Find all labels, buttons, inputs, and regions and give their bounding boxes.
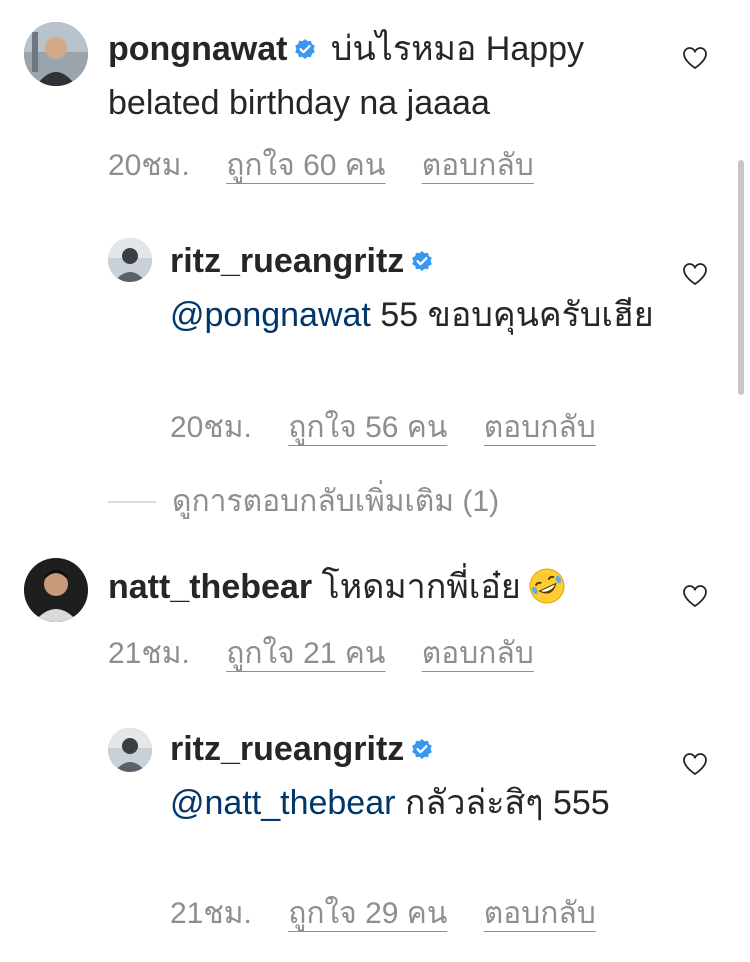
comment-time: 20ชม. xyxy=(108,149,190,182)
avatar-image xyxy=(108,238,152,282)
avatar[interactable] xyxy=(108,238,152,282)
verified-badge-icon xyxy=(412,739,433,759)
divider-line xyxy=(108,500,156,503)
reply-button[interactable]: ตอบกลับ xyxy=(484,897,596,930)
heart-icon[interactable] xyxy=(682,262,708,286)
view-more-replies-label: ดูการตอบกลับเพิ่มเติม (1) xyxy=(172,485,500,518)
avatar[interactable] xyxy=(24,558,88,622)
likes-count-link[interactable]: ถูกใจ 29 คน xyxy=(288,897,447,930)
username[interactable]: ritz_rueangritz xyxy=(170,242,404,280)
comment-text: โหดมากพี่เอ๋ย xyxy=(321,568,521,606)
reply-button[interactable]: ตอบกลับ xyxy=(422,637,534,670)
heart-icon[interactable] xyxy=(682,584,708,608)
reply-button[interactable]: ตอบกลับ xyxy=(484,411,596,444)
avatar-image xyxy=(24,22,88,86)
verified-badge-icon xyxy=(412,251,433,271)
verified-badge-icon xyxy=(295,39,316,59)
likes-count-link[interactable]: ถูกใจ 60 คน xyxy=(226,149,385,182)
heart-icon[interactable] xyxy=(682,46,708,70)
username[interactable]: ritz_rueangritz xyxy=(170,730,404,768)
avatar-image xyxy=(24,558,88,622)
heart-icon[interactable] xyxy=(682,752,708,776)
scrollbar[interactable] xyxy=(738,160,744,395)
comment-text: 55 ขอบคุนครับเฮีย xyxy=(380,296,654,334)
username[interactable]: natt_thebear xyxy=(108,568,312,606)
comment-time: 21ชม. xyxy=(108,637,190,670)
username[interactable]: pongnawat xyxy=(108,30,287,68)
reply-button[interactable]: ตอบกลับ xyxy=(422,149,534,182)
comment-time: 20ชม. xyxy=(170,411,252,444)
mention-link[interactable]: @pongnawat xyxy=(170,296,371,334)
comment-time: 21ชม. xyxy=(170,897,252,930)
avatar[interactable] xyxy=(108,728,152,772)
likes-count-link[interactable]: ถูกใจ 21 คน xyxy=(226,637,385,670)
avatar-image xyxy=(108,728,152,772)
mention-link[interactable]: @natt_thebear xyxy=(170,784,395,822)
avatar[interactable] xyxy=(24,22,88,86)
view-more-replies-button[interactable]: ดูการตอบกลับเพิ่มเติม (1) xyxy=(108,478,499,525)
likes-count-link[interactable]: ถูกใจ 56 คน xyxy=(288,411,447,444)
rolling-laughing-emoji-icon xyxy=(529,568,565,604)
comment-text: กลัวล่ะสิๆ 555 xyxy=(404,784,610,822)
